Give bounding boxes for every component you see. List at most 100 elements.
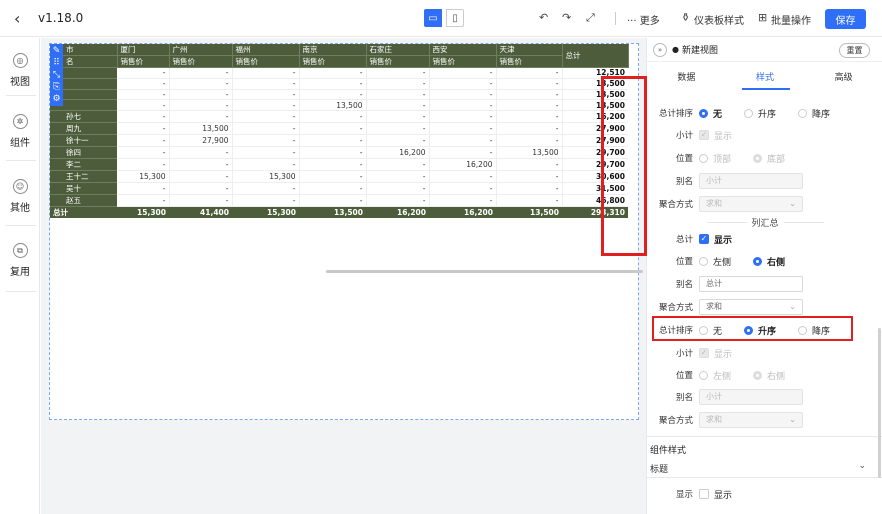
table-cell[interactable]: - [366, 89, 430, 101]
desktop-icon[interactable]: ▭ [424, 9, 442, 27]
reset-button[interactable]: 重置 [839, 43, 870, 58]
sum-cell[interactable]: 15,300 [117, 206, 169, 219]
table-cell[interactable]: - [232, 110, 300, 124]
table-cell[interactable]: - [299, 122, 367, 136]
table-cell[interactable]: - [117, 182, 170, 196]
back-icon[interactable]: ‹ [14, 9, 20, 28]
panel-scrollbar[interactable] [878, 328, 881, 478]
total-checkbox[interactable]: ✓ 显示 [699, 233, 732, 246]
table-cell[interactable]: - [299, 170, 367, 184]
table-cell[interactable]: - [232, 78, 300, 90]
table-cell[interactable]: - [366, 194, 430, 208]
table-cell[interactable]: - [232, 158, 300, 172]
table-cell[interactable]: - [169, 158, 233, 172]
table-cell[interactable]: - [496, 134, 563, 148]
row-header[interactable]: 徐十一 [50, 134, 117, 148]
table-cell[interactable]: - [232, 146, 300, 160]
table-cell[interactable]: - [232, 89, 300, 101]
sum-cell[interactable]: 41,400 [169, 206, 232, 219]
row-header[interactable]: 徐四 [50, 146, 117, 160]
column-header[interactable]: 天津 [496, 44, 563, 56]
undo-icon[interactable]: ↶ [539, 11, 548, 24]
table-cell[interactable]: - [117, 110, 170, 124]
sum-cell[interactable]: 16,200 [366, 206, 429, 219]
sum-cell[interactable]: 13,500 [496, 206, 562, 219]
subtotal-checkbox[interactable]: ✓ 显示 [699, 129, 732, 142]
table-cell[interactable]: - [299, 146, 367, 160]
table-cell[interactable]: - [169, 89, 233, 101]
edit-icon[interactable]: ✎ [53, 45, 61, 57]
sum-cell[interactable]: 16,200 [429, 206, 496, 219]
table-cell[interactable]: - [429, 67, 497, 79]
tab-advanced[interactable]: 高级 [804, 70, 882, 90]
table-cell[interactable]: 13,500 [299, 99, 367, 112]
table-cell[interactable]: - [429, 99, 497, 112]
radio-right[interactable]: 右侧 [753, 255, 785, 268]
table-cell[interactable]: 15,300 [232, 170, 300, 184]
dashboard-style-button[interactable]: 仪表板样式 [694, 12, 744, 27]
table-cell[interactable]: - [169, 99, 233, 112]
table-cell[interactable]: 16,200 [366, 146, 430, 160]
table-cell[interactable]: - [232, 194, 300, 208]
table-cell[interactable]: - [169, 67, 233, 79]
pivot-widget[interactable]: ✎ ⠿ ⤡ ⎘ ⚙ 市 厦门 广州 福州 南京 石家庄 西安 天津 总计 名 销… [49, 43, 647, 420]
expand-icon[interactable]: » [653, 42, 667, 57]
table-cell[interactable]: - [366, 170, 430, 184]
row-header[interactable]: 李二 [50, 158, 117, 172]
table-cell[interactable]: - [169, 194, 233, 208]
table-cell[interactable]: - [117, 134, 170, 148]
table-cell[interactable]: 13,500 [496, 146, 563, 160]
save-button[interactable]: 保存 [825, 9, 866, 29]
table-cell[interactable]: - [429, 134, 497, 148]
table-cell[interactable]: - [429, 170, 497, 184]
table-cell[interactable]: - [169, 182, 233, 196]
table-cell[interactable]: - [299, 158, 367, 172]
table-cell[interactable]: - [299, 78, 367, 90]
table-cell[interactable]: - [366, 134, 430, 148]
tab-style[interactable]: 样式 [726, 70, 805, 90]
rail-item-view[interactable]: ◎ 视图 [0, 53, 40, 88]
column-header[interactable]: 南京 [299, 44, 367, 56]
column-header[interactable]: 广州 [169, 44, 233, 56]
table-cell[interactable]: - [117, 67, 170, 79]
table-cell[interactable]: - [366, 67, 430, 79]
table-cell[interactable]: 16,200 [429, 158, 497, 172]
table-cell[interactable]: - [429, 89, 497, 101]
table-cell[interactable]: - [429, 78, 497, 90]
table-cell[interactable]: - [299, 134, 367, 148]
table-cell[interactable]: - [117, 78, 170, 90]
table-cell[interactable]: 27,900 [169, 134, 233, 148]
settings-icon[interactable]: ⚙ [52, 93, 60, 105]
fullscreen-icon[interactable]: ⤢ [586, 11, 595, 25]
rail-item-reuse[interactable]: ⧉ 复用 [0, 243, 40, 278]
table-cell[interactable]: - [496, 194, 563, 208]
rail-item-component[interactable]: ✲ 组件 [0, 114, 40, 149]
table-cell[interactable]: - [366, 99, 430, 112]
table-cell[interactable]: 15,300 [117, 170, 170, 184]
radio-asc[interactable]: 升序 [744, 107, 776, 120]
table-cell[interactable]: - [299, 182, 367, 196]
table-cell[interactable]: - [299, 194, 367, 208]
table-cell[interactable]: - [117, 194, 170, 208]
total-alias-input[interactable]: 总计 [699, 276, 803, 292]
total-agg-select[interactable]: 求和 ⌄ [699, 299, 803, 315]
drag-icon[interactable]: ⠿ [53, 57, 60, 69]
sum-cell[interactable]: 13,500 [299, 206, 366, 219]
table-cell[interactable]: - [232, 122, 300, 136]
table-cell[interactable]: - [496, 99, 563, 112]
table-cell[interactable]: - [429, 146, 497, 160]
table-cell[interactable]: - [366, 158, 430, 172]
table-cell[interactable]: - [299, 67, 367, 79]
table-cell[interactable]: 13,500 [169, 122, 233, 136]
table-cell[interactable]: - [169, 146, 233, 160]
more-button[interactable]: ··· 更多 [627, 12, 660, 27]
table-cell[interactable]: - [232, 67, 300, 79]
redo-icon[interactable]: ↷ [562, 11, 571, 24]
tab-data[interactable]: 数据 [647, 70, 726, 90]
column-header[interactable]: 西安 [429, 44, 497, 56]
row-header[interactable]: 孙七 [50, 110, 117, 124]
table-cell[interactable]: - [232, 182, 300, 196]
table-cell[interactable]: - [429, 110, 497, 124]
table-cell[interactable]: - [429, 194, 497, 208]
table-cell[interactable]: - [429, 182, 497, 196]
